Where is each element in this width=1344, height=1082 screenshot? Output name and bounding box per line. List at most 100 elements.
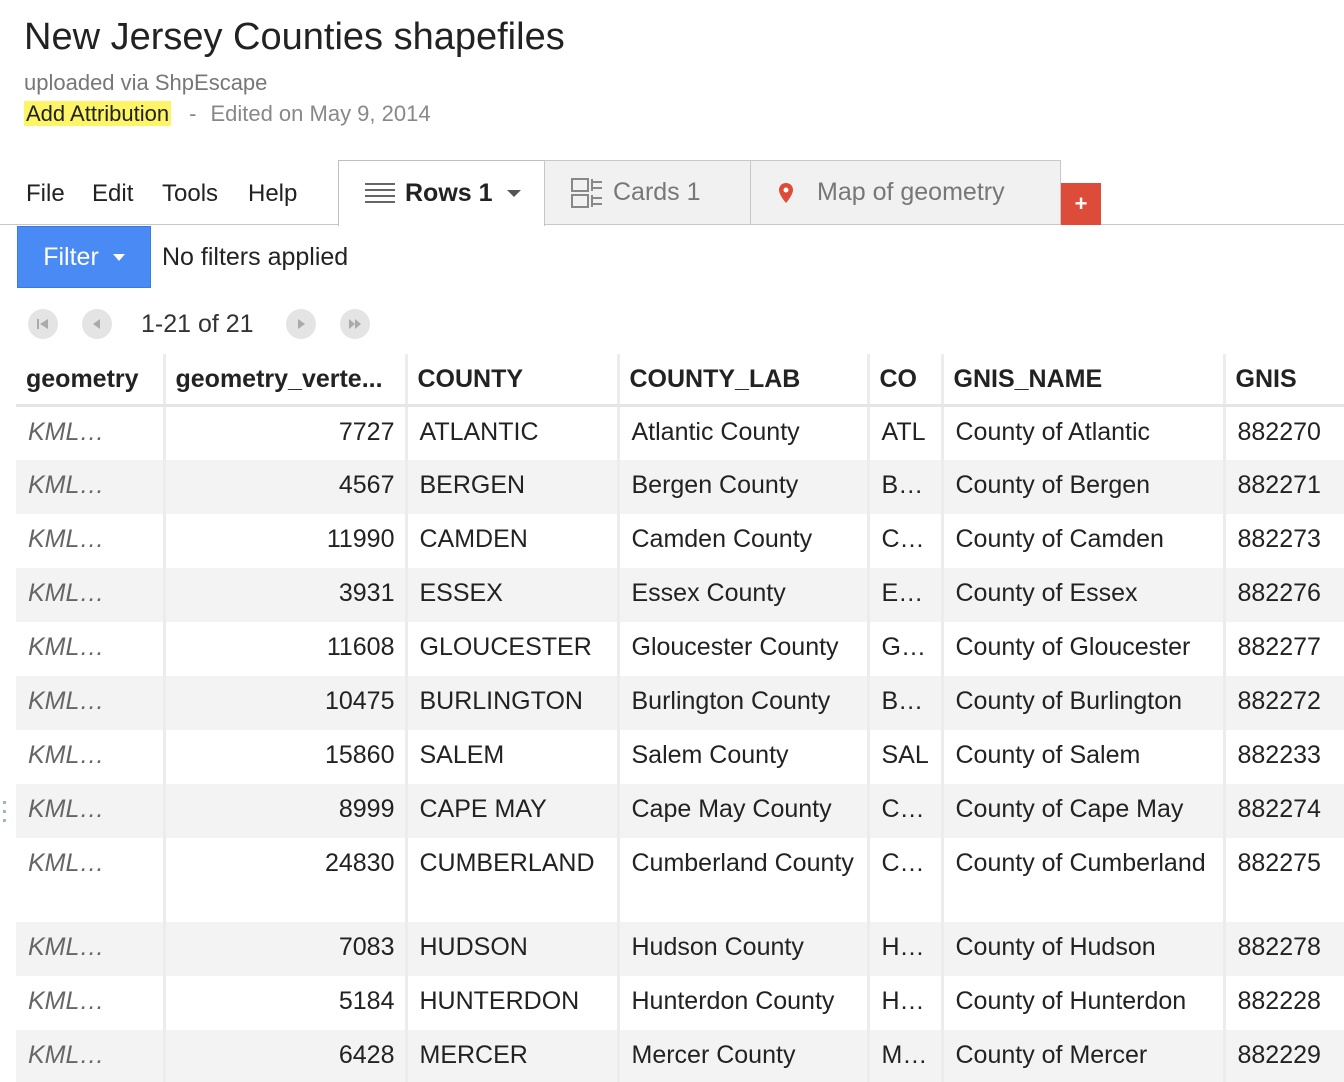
table-row[interactable]: KML… 10475 BURLINGTON Burlington County … [16, 675, 1344, 730]
cell-co[interactable]: SAL [868, 729, 944, 784]
cell-gnis-name[interactable]: County of Gloucester [942, 621, 1226, 676]
next-page-button[interactable] [286, 309, 316, 339]
cell-county[interactable]: SALEM [406, 729, 620, 784]
table-row[interactable]: KML… 5184 HUNTERDON Hunterdon County H… … [16, 975, 1344, 1030]
cell-geometry[interactable]: KML… [16, 513, 166, 568]
cell-vertex-count[interactable]: 4567 [164, 459, 408, 514]
cell-co[interactable]: CAP [868, 783, 944, 838]
menu-help[interactable]: Help [248, 180, 297, 208]
cell-county-lab[interactable]: Mercer County [618, 1029, 870, 1082]
table-row[interactable]: KML… 7727 ATLANTIC Atlantic County ATL C… [16, 405, 1344, 460]
cell-county[interactable]: MERCER [406, 1029, 620, 1082]
cell-vertex-count[interactable]: 24830 [164, 837, 408, 922]
cell-co[interactable]: C… [868, 837, 944, 922]
cell-county-lab[interactable]: Bergen County [618, 459, 870, 514]
cell-geometry[interactable]: KML… [16, 621, 166, 676]
cell-county[interactable]: HUDSON [406, 921, 620, 976]
table-row[interactable]: KML… 15860 SALEM Salem County SAL County… [16, 729, 1344, 784]
table-row[interactable]: KML… 7083 HUDSON Hudson County H… County… [16, 921, 1344, 976]
table-row[interactable]: KML… 8999 CAPE MAY Cape May County CAP C… [16, 783, 1344, 838]
cell-vertex-count[interactable]: 11608 [164, 621, 408, 676]
tab-rows[interactable]: Rows 1 [338, 160, 545, 226]
cell-gnis-name[interactable]: County of Essex [942, 567, 1226, 622]
cell-vertex-count[interactable]: 10475 [164, 675, 408, 730]
cell-county-lab[interactable]: Cumberland County [618, 837, 870, 922]
cell-co[interactable]: ESS [868, 567, 944, 622]
cell-gnis-name[interactable]: County of Cumberland [942, 837, 1226, 922]
cell-gnis-name[interactable]: County of Burlington [942, 675, 1226, 730]
cell-gnis[interactable]: 882272 [1224, 675, 1344, 730]
cell-gnis-name[interactable]: County of Cape May [942, 783, 1226, 838]
cell-county-lab[interactable]: Cape May County [618, 783, 870, 838]
cell-co[interactable]: ATL [868, 405, 944, 460]
table-row[interactable]: KML… 11608 GLOUCESTER Gloucester County … [16, 621, 1344, 676]
cell-county[interactable]: BURLINGTON [406, 675, 620, 730]
menu-tools[interactable]: Tools [162, 180, 218, 208]
cell-geometry[interactable]: KML… [16, 405, 166, 460]
first-page-button[interactable] [28, 309, 58, 339]
cell-vertex-count[interactable]: 7083 [164, 921, 408, 976]
cell-geometry[interactable]: KML… [16, 1029, 166, 1082]
cell-county-lab[interactable]: Salem County [618, 729, 870, 784]
column-header[interactable]: COUNTY_LAB [618, 354, 870, 407]
table-row[interactable]: KML… 4567 BERGEN Bergen County BER Count… [16, 459, 1344, 514]
column-header[interactable]: GNIS_NAME [942, 354, 1226, 407]
cell-county-lab[interactable]: Camden County [618, 513, 870, 568]
column-header[interactable]: geometry_verte... [164, 354, 408, 407]
cell-vertex-count[interactable]: 15860 [164, 729, 408, 784]
cell-co[interactable]: M… [868, 1029, 944, 1082]
column-header[interactable]: COUNTY [406, 354, 620, 407]
column-header[interactable]: CO [868, 354, 944, 407]
cell-county-lab[interactable]: Hudson County [618, 921, 870, 976]
cell-gnis[interactable]: 882228 [1224, 975, 1344, 1030]
cell-co[interactable]: C… [868, 513, 944, 568]
tab-map[interactable]: Map of geometry [750, 160, 1061, 224]
cell-geometry[interactable]: KML… [16, 729, 166, 784]
cell-gnis[interactable]: 882271 [1224, 459, 1344, 514]
cell-county-lab[interactable]: Gloucester County [618, 621, 870, 676]
cell-gnis-name[interactable]: County of Salem [942, 729, 1226, 784]
cell-gnis-name[interactable]: County of Mercer [942, 1029, 1226, 1082]
add-attribution-link[interactable]: Add Attribution [24, 101, 172, 126]
cell-county[interactable]: GLOUCESTER [406, 621, 620, 676]
table-row[interactable]: KML… 3931 ESSEX Essex County ESS County … [16, 567, 1344, 622]
cell-county[interactable]: ATLANTIC [406, 405, 620, 460]
cell-co[interactable]: G… [868, 621, 944, 676]
cell-geometry[interactable]: KML… [16, 675, 166, 730]
cell-gnis[interactable]: 882270 [1224, 405, 1344, 460]
cell-co[interactable]: H… [868, 921, 944, 976]
last-page-button[interactable] [340, 309, 370, 339]
cell-geometry[interactable]: KML… [16, 783, 166, 838]
cell-county[interactable]: BERGEN [406, 459, 620, 514]
cell-gnis[interactable]: 882277 [1224, 621, 1344, 676]
cell-vertex-count[interactable]: 8999 [164, 783, 408, 838]
cell-vertex-count[interactable]: 3931 [164, 567, 408, 622]
cell-geometry[interactable]: KML… [16, 975, 166, 1030]
cell-gnis-name[interactable]: County of Camden [942, 513, 1226, 568]
cell-co[interactable]: B… [868, 675, 944, 730]
cell-vertex-count[interactable]: 11990 [164, 513, 408, 568]
cell-geometry[interactable]: KML… [16, 459, 166, 514]
cell-gnis[interactable]: 882233 [1224, 729, 1344, 784]
cell-gnis-name[interactable]: County of Atlantic [942, 405, 1226, 460]
chevron-down-icon[interactable] [506, 190, 521, 197]
cell-geometry[interactable]: KML… [16, 567, 166, 622]
cell-gnis-name[interactable]: County of Hudson [942, 921, 1226, 976]
tab-cards[interactable]: Cards 1 [544, 160, 751, 224]
table-row[interactable]: KML… 24830 CUMBERLAND Cumberland County … [16, 837, 1344, 922]
filter-button[interactable]: Filter [17, 226, 151, 288]
cell-vertex-count[interactable]: 5184 [164, 975, 408, 1030]
add-tab-button[interactable]: + [1061, 183, 1101, 225]
cell-gnis-name[interactable]: County of Bergen [942, 459, 1226, 514]
column-header[interactable]: GNIS [1224, 354, 1344, 407]
cell-county-lab[interactable]: Essex County [618, 567, 870, 622]
table-row[interactable]: KML… 11990 CAMDEN Camden County C… Count… [16, 513, 1344, 568]
cell-county[interactable]: CUMBERLAND [406, 837, 620, 922]
cell-county-lab[interactable]: Atlantic County [618, 405, 870, 460]
cell-gnis[interactable]: 882275 [1224, 837, 1344, 922]
cell-county[interactable]: HUNTERDON [406, 975, 620, 1030]
cell-county-lab[interactable]: Hunterdon County [618, 975, 870, 1030]
cell-gnis[interactable]: 882273 [1224, 513, 1344, 568]
cell-vertex-count[interactable]: 6428 [164, 1029, 408, 1082]
column-header[interactable]: geometry [16, 354, 166, 407]
